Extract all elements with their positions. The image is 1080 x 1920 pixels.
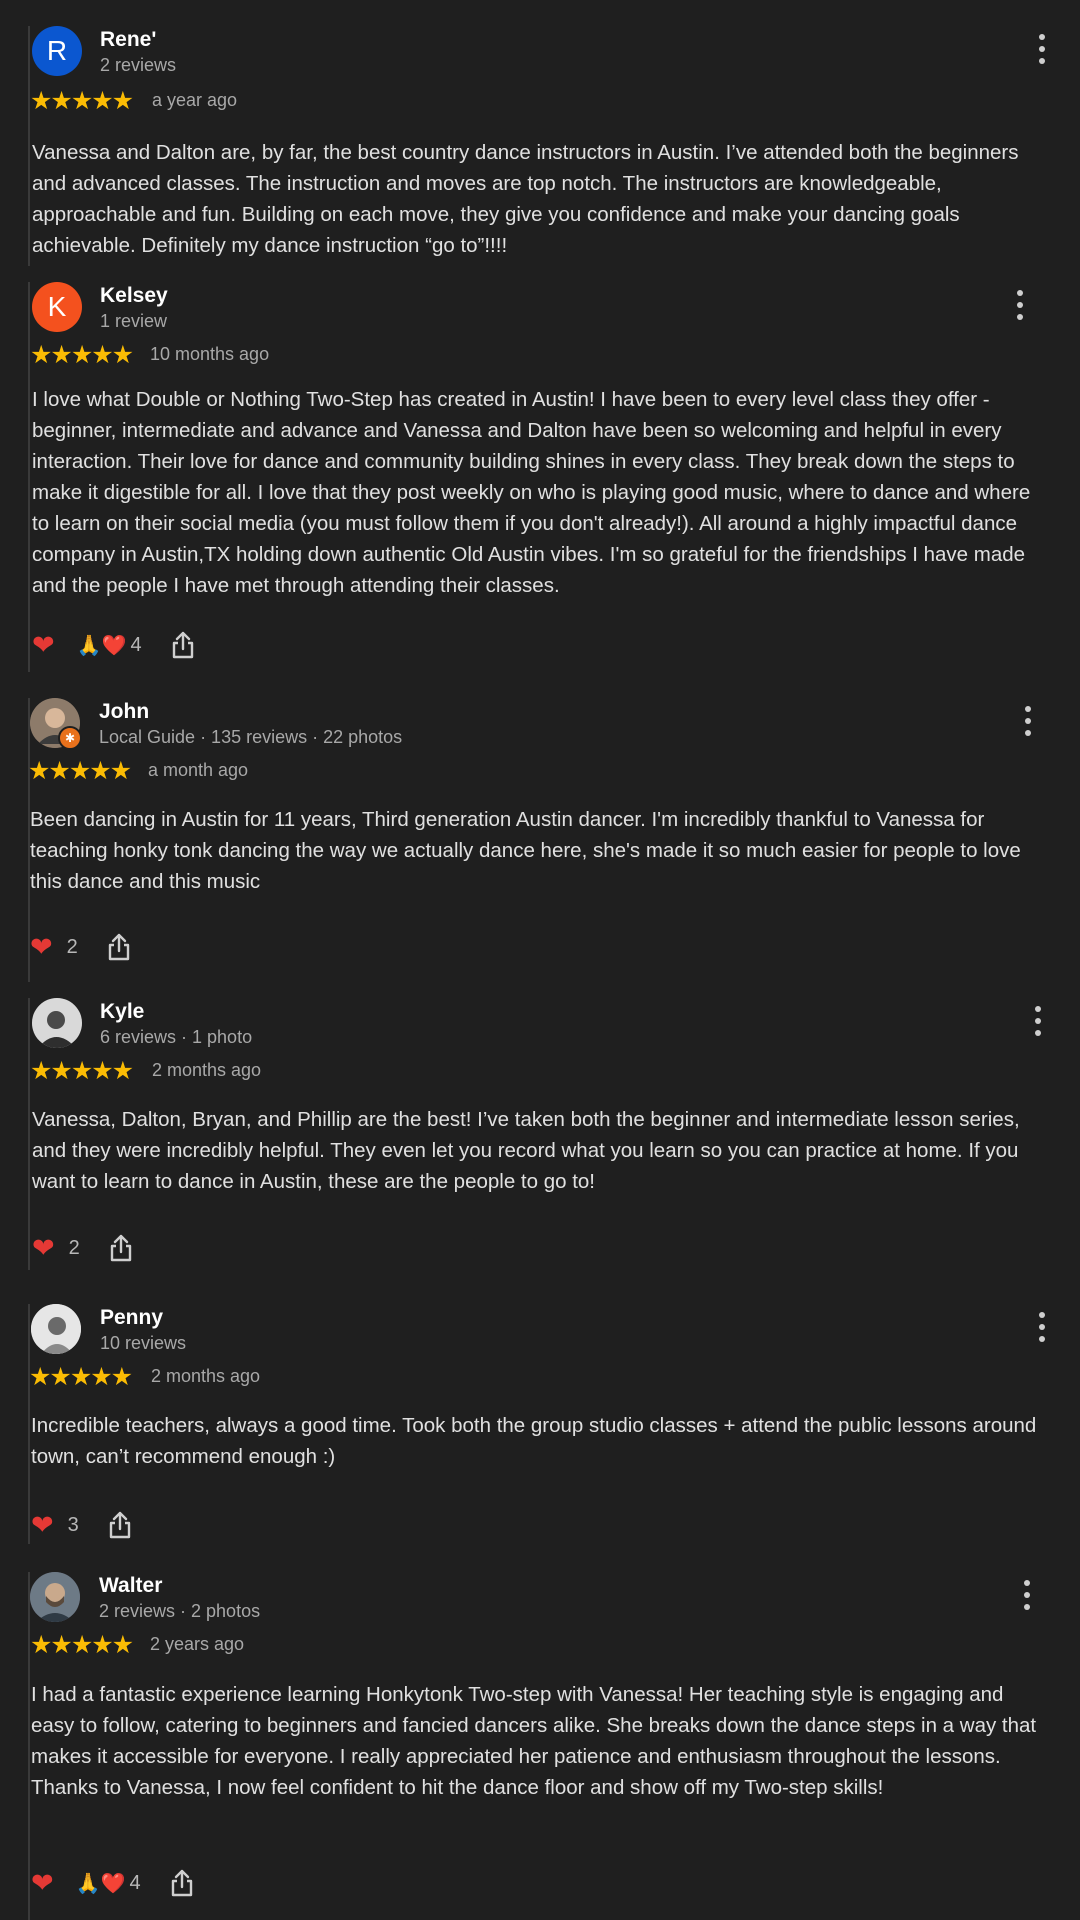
share-icon[interactable] — [107, 1510, 133, 1540]
share-icon[interactable] — [108, 1233, 134, 1263]
avatar[interactable]: R — [32, 26, 82, 76]
review-text: Vanessa, Dalton, Bryan, and Phillip are … — [32, 1108, 1020, 1193]
more-options-icon[interactable] — [1032, 1312, 1052, 1342]
reviewer-name[interactable]: Rene' — [100, 28, 156, 52]
reviewer-name[interactable]: John — [99, 700, 149, 724]
review-text: Been dancing in Austin for 11 years, Thi… — [30, 808, 1021, 893]
share-icon[interactable] — [170, 630, 196, 660]
rating-row: ★★★★★ a year ago — [28, 88, 1080, 114]
review-header: Kyle 6 reviews · 1 photo — [28, 998, 1080, 1058]
review-time: 2 months ago — [151, 1366, 261, 1386]
reviewer-name[interactable]: Kelsey — [100, 284, 168, 308]
more-options-icon[interactable] — [1010, 290, 1030, 320]
reactions-bar: ❤ 🙏❤️ 4 — [31, 1866, 195, 1900]
star-rating: ★★★★★ — [30, 1631, 134, 1659]
star-rating: ★★★★★ — [30, 341, 134, 369]
reaction-count: 2 — [66, 935, 78, 958]
review-time: a month ago — [148, 760, 249, 780]
rating-row: ★★★★★ 2 months ago — [28, 1364, 1080, 1390]
rating-row: ★★★★★ a month ago — [28, 758, 1080, 784]
avatar[interactable] — [30, 1572, 80, 1622]
rating-row: ★★★★★ 10 months ago — [28, 342, 1080, 368]
review-time: 10 months ago — [150, 344, 270, 364]
reviewer-name[interactable]: Walter — [99, 1574, 162, 1598]
more-options-icon[interactable] — [1018, 706, 1038, 736]
like-heart-icon[interactable]: ❤ — [32, 628, 55, 662]
reaction-emojis[interactable]: 🙏❤️ — [76, 1871, 126, 1896]
avatar[interactable]: ✱ — [30, 698, 82, 750]
review-header: K Kelsey 1 review — [28, 282, 1080, 342]
like-heart-icon[interactable]: ❤ — [31, 1508, 54, 1542]
review-card: Kyle 6 reviews · 1 photo ★★★★★ 2 months … — [28, 998, 1080, 1270]
review-time: 2 years ago — [150, 1634, 245, 1654]
reaction-count: 3 — [67, 1513, 79, 1536]
reviewer-stats: 10 reviews — [100, 1333, 187, 1353]
reviewer-name[interactable]: Kyle — [100, 1000, 144, 1024]
rating-row: ★★★★★ 2 years ago — [28, 1632, 1080, 1658]
review-text: Vanessa and Dalton are, by far, the best… — [32, 141, 1019, 257]
more-options-icon[interactable] — [1028, 1006, 1048, 1036]
reactions-bar: ❤ 3 — [31, 1508, 133, 1542]
review-card: ✱ John Local Guide · 135 reviews · 22 ph… — [28, 698, 1080, 982]
local-guide-badge-icon: ✱ — [58, 726, 82, 750]
reviewer-stats: 1 review — [100, 311, 168, 331]
review-header: Walter 2 reviews · 2 photos — [28, 1572, 1080, 1632]
more-options-icon[interactable] — [1017, 1580, 1037, 1610]
review-header: R Rene' 2 reviews — [28, 26, 1080, 86]
star-rating: ★★★★★ — [29, 1363, 133, 1391]
share-icon[interactable] — [169, 1868, 195, 1898]
avatar-photo — [31, 1304, 81, 1354]
reactions-bar: ❤ 2 — [30, 930, 132, 964]
review-text: I had a fantastic experience learning Ho… — [31, 1683, 1037, 1799]
reviewer-stats: 6 reviews · 1 photo — [100, 1027, 253, 1047]
review-time: a year ago — [152, 90, 238, 110]
avatar[interactable] — [32, 998, 82, 1048]
review-card: Penny 10 reviews ★★★★★ 2 months ago Incr… — [28, 1304, 1080, 1544]
reactions-bar: ❤ 2 — [32, 1231, 134, 1265]
reactions-bar: ❤ 🙏❤️ 4 — [32, 628, 196, 662]
share-icon[interactable] — [106, 932, 132, 962]
reaction-count: 4 — [130, 633, 142, 656]
star-rating: ★★★★★ — [28, 757, 132, 785]
review-card: R Rene' 2 reviews ★★★★★ a year ago Vanes… — [28, 26, 1080, 266]
reviewer-stats: 2 reviews · 2 photos — [99, 1601, 261, 1621]
avatar-photo — [30, 1572, 80, 1622]
like-heart-icon[interactable]: ❤ — [32, 1231, 55, 1265]
rating-row: ★★★★★ 2 months ago — [28, 1058, 1080, 1084]
star-rating: ★★★★★ — [30, 87, 134, 115]
more-options-icon[interactable] — [1032, 34, 1052, 64]
review-text: Incredible teachers, always a good time.… — [31, 1414, 1037, 1468]
review-card: K Kelsey 1 review ★★★★★ 10 months ago I … — [28, 282, 1080, 672]
avatar[interactable]: K — [32, 282, 82, 332]
review-header: Penny 10 reviews — [28, 1304, 1080, 1364]
star-rating: ★★★★★ — [30, 1057, 134, 1085]
review-text: I love what Double or Nothing Two-Step h… — [32, 388, 1031, 597]
avatar-photo — [32, 998, 82, 1048]
avatar[interactable] — [31, 1304, 81, 1354]
reaction-count: 4 — [129, 1871, 141, 1894]
reaction-count: 2 — [68, 1236, 80, 1259]
like-heart-icon[interactable]: ❤ — [30, 930, 53, 964]
reaction-emojis[interactable]: 🙏❤️ — [77, 633, 127, 658]
like-heart-icon[interactable]: ❤ — [31, 1866, 54, 1900]
review-header: ✱ John Local Guide · 135 reviews · 22 ph… — [28, 698, 1080, 758]
reviewer-name[interactable]: Penny — [100, 1306, 163, 1330]
review-card: Walter 2 reviews · 2 photos ★★★★★ 2 year… — [28, 1572, 1080, 1920]
reviews-feed: R Rene' 2 reviews ★★★★★ a year ago Vanes… — [0, 0, 1080, 1920]
reviewer-stats: 2 reviews — [100, 55, 177, 75]
review-time: 2 months ago — [152, 1060, 262, 1080]
reviewer-stats: Local Guide · 135 reviews · 22 photos — [99, 727, 403, 747]
